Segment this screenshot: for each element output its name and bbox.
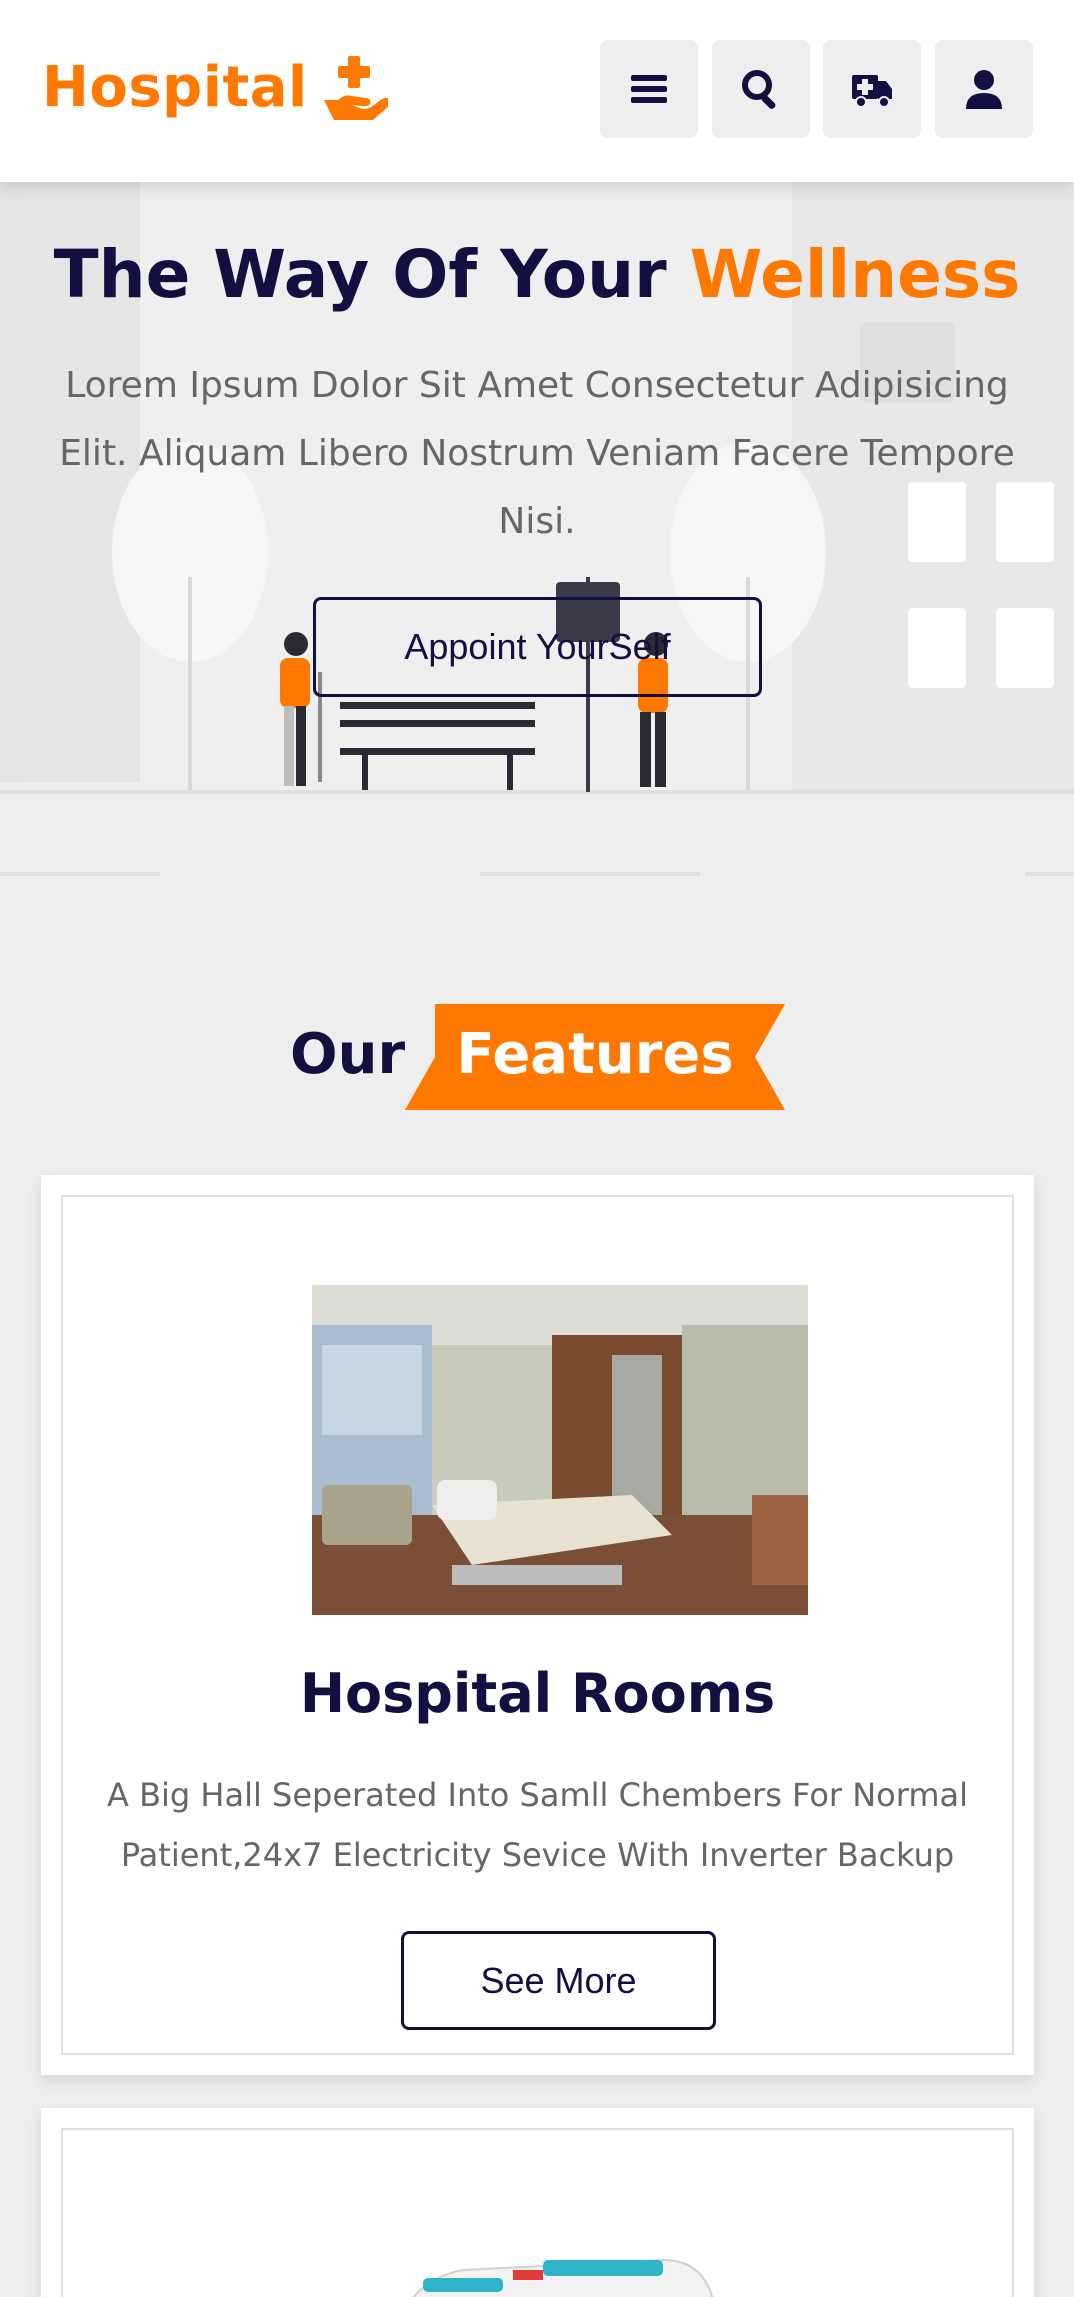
logo[interactable]: Hospital [42,54,388,120]
search-icon [742,70,776,109]
features-heading: Our Features [0,1004,1074,1110]
feature-card [41,2108,1034,2297]
hospital-room-image [312,1285,808,1615]
heading-prefix: Our [290,1022,406,1087]
ambulance-button[interactable] [823,40,921,138]
feature-card-border: Hospital Rooms A Big Hall Seperated Into… [61,1195,1014,2055]
hero-title-main: The Way Of Your [53,236,690,313]
see-more-button[interactable]: See More [401,1931,716,2030]
hero-title-accent: Wellness [689,236,1021,313]
bars-icon [631,75,667,103]
menu-button[interactable] [600,40,698,138]
ambulance-icon [852,75,892,108]
logo-text: Hospital [42,54,308,120]
appoint-yourself-button[interactable]: Appoint YourSelf [313,597,762,697]
site-header: Hospital [0,0,1074,182]
hero-description: Lorem Ipsum Dolor Sit Amet Consectetur A… [59,365,1015,542]
card-description: A Big Hall Seperated Into Samll Chembers… [107,1776,968,1874]
feature-card: Hospital Rooms A Big Hall Seperated Into… [41,1175,1034,2075]
hand-holding-medical-icon [323,56,388,120]
account-button[interactable] [935,40,1033,138]
hero-title: The Way Of Your Wellness [0,236,1074,313]
heading-highlight: Features [456,1022,734,1087]
user-icon [966,70,1002,109]
card-title: Hospital Rooms [299,1662,776,1725]
ambulance-image [412,2258,714,2297]
feature-card-border [61,2128,1014,2297]
search-button[interactable] [712,40,810,138]
